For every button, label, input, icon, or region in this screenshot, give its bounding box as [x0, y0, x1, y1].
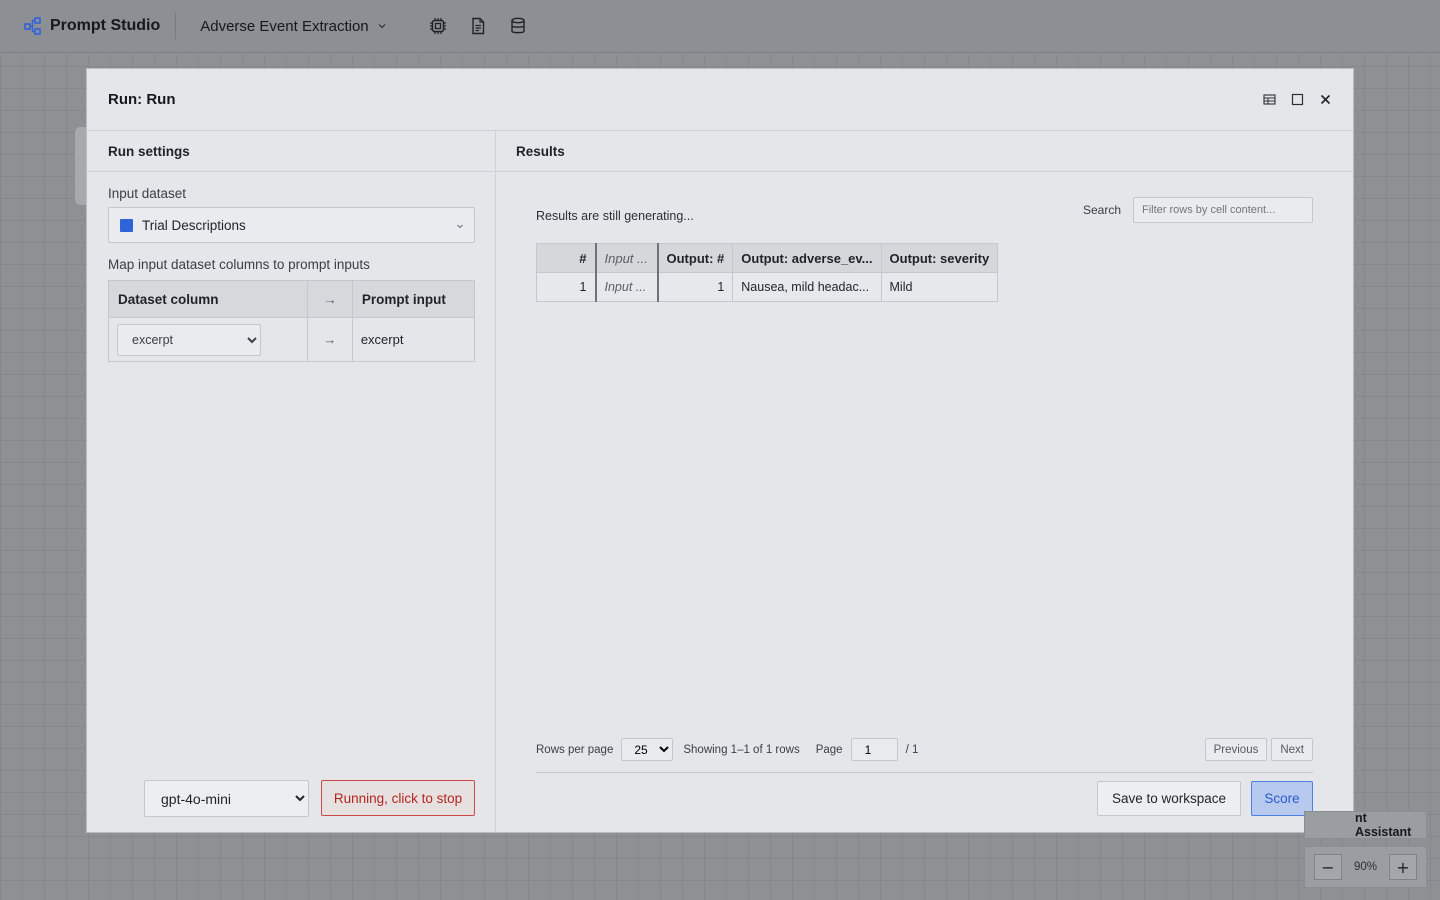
- processor-button[interactable]: [427, 15, 449, 37]
- search-input[interactable]: [1133, 197, 1313, 223]
- zoom-out-button[interactable]: −: [1314, 854, 1342, 880]
- run-modal: Run: Run Run settings Input dataset Tria…: [86, 68, 1354, 833]
- close-button[interactable]: [1318, 93, 1332, 107]
- generation-status: Results are still generating...: [536, 209, 694, 223]
- modal-title: Run: Run: [108, 91, 176, 108]
- column-mapping-table: Dataset column → Prompt input excerpt →: [108, 280, 476, 362]
- assistant-tab[interactable]: nt Assistant: [1304, 811, 1427, 839]
- dataset-column-cell: excerpt: [108, 317, 308, 362]
- cell-adverse-events: Nausea, mild headac...: [732, 272, 882, 302]
- rows-per-page-label: Rows per page: [536, 743, 614, 756]
- rows-per-page-select[interactable]: 25: [621, 738, 674, 761]
- table-view-button[interactable]: [1262, 93, 1276, 107]
- page-label: Page: [815, 743, 843, 756]
- project-name: Adverse Event Extraction: [200, 17, 369, 35]
- close-icon: [1320, 94, 1330, 105]
- brand[interactable]: Prompt Studio: [24, 0, 160, 52]
- total-pages-text: / 1: [905, 743, 919, 756]
- page-number-input[interactable]: [850, 738, 898, 761]
- zoom-level: 90%: [1353, 861, 1378, 873]
- cell-input: Input ...: [594, 272, 659, 302]
- mapping-row: excerpt → excerpt: [108, 317, 476, 362]
- cell-severity: Mild: [881, 272, 999, 302]
- assistant-tab-label: nt Assistant: [1355, 811, 1412, 839]
- results-pane: Results Results are still generating... …: [496, 131, 1353, 832]
- database-button[interactable]: [507, 15, 529, 37]
- column-header-adverse-events[interactable]: Output: adverse_ev...: [732, 243, 882, 273]
- processor-icon: [429, 18, 446, 34]
- chevron-down-icon: [378, 24, 386, 29]
- modal-header: Run: Run: [87, 69, 1353, 131]
- column-header-severity[interactable]: Output: severity: [881, 243, 999, 273]
- top-bar: Prompt Studio Adverse Event Extraction: [0, 0, 1440, 53]
- prompt-input-header: Prompt input: [352, 280, 476, 318]
- save-to-workspace-button[interactable]: Save to workspace: [1096, 781, 1241, 816]
- model-select[interactable]: gpt-4o-mini: [144, 780, 309, 817]
- database-icon: [510, 17, 525, 34]
- cell-output-index: 1: [657, 272, 734, 302]
- divider: [175, 13, 177, 39]
- arrow-header: →: [307, 280, 353, 318]
- app-name: Prompt Studio: [50, 17, 161, 34]
- results-heading: Results: [496, 131, 1353, 172]
- map-columns-label: Map input dataset columns to prompt inpu…: [108, 257, 370, 272]
- zoom-controls: − 90% +: [1304, 846, 1427, 888]
- column-header-output-index[interactable]: Output: #: [657, 243, 734, 273]
- results-header-row: # Input ... Output: # Output: adverse_ev…: [536, 243, 999, 273]
- search-label: Search: [1082, 203, 1121, 217]
- stop-run-button[interactable]: Running, click to stop: [321, 780, 475, 816]
- chevron-down-icon: [457, 224, 463, 229]
- mapping-arrow: →: [307, 317, 353, 362]
- dataset-name: Trial Descriptions: [142, 217, 246, 233]
- table-view-icon: [1262, 94, 1276, 105]
- zoom-in-button[interactable]: +: [1389, 854, 1417, 880]
- document-button[interactable]: [467, 15, 489, 37]
- project-selector[interactable]: Adverse Event Extraction: [200, 18, 386, 35]
- previous-page-button[interactable]: Previous: [1204, 738, 1268, 761]
- workflow-logo-icon: [24, 17, 41, 35]
- showing-rows-text: Showing 1–1 of 1 rows: [683, 743, 800, 756]
- footer-divider: [536, 772, 1313, 773]
- column-header-index[interactable]: #: [536, 243, 596, 273]
- prompt-input-cell: excerpt: [352, 317, 476, 362]
- cell-index: 1: [536, 272, 596, 302]
- run-settings-pane: Run settings Input dataset Trial Descrip…: [87, 131, 496, 832]
- dataset-column-header: Dataset column: [108, 280, 308, 318]
- column-header-input[interactable]: Input ...: [594, 243, 659, 273]
- document-icon: [471, 17, 484, 35]
- next-page-button[interactable]: Next: [1271, 738, 1313, 761]
- maximize-icon: [1291, 93, 1303, 106]
- run-settings-heading: Run settings: [87, 131, 495, 172]
- dataset-color-swatch: [120, 218, 133, 232]
- pagination: Rows per page 25 Showing 1–1 of 1 rows P…: [536, 738, 1313, 761]
- results-table: # Input ... Output: # Output: adverse_ev…: [536, 243, 999, 302]
- dataset-column-select[interactable]: excerpt: [117, 323, 261, 356]
- input-dataset-select[interactable]: Trial Descriptions: [108, 207, 475, 243]
- maximize-button[interactable]: [1290, 93, 1304, 107]
- input-dataset-label: Input dataset: [108, 186, 187, 201]
- table-row[interactable]: 1 Input ... 1 Nausea, mild headac... Mil…: [536, 272, 999, 302]
